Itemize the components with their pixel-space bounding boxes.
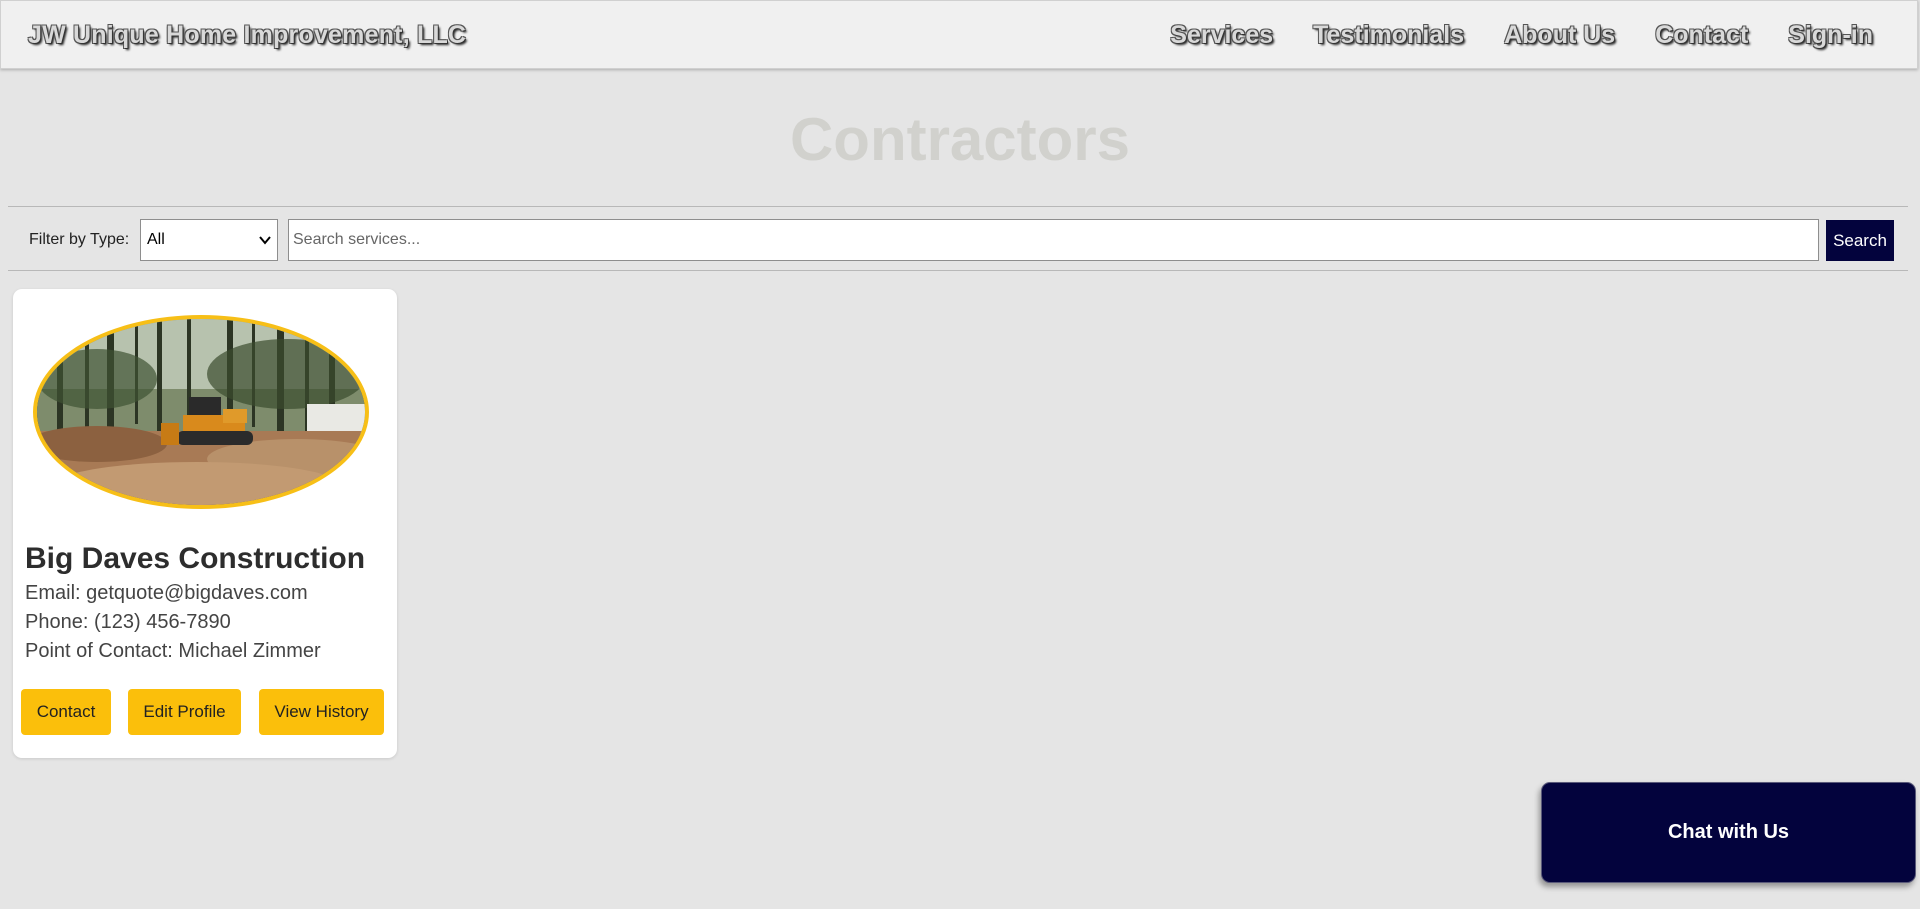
view-history-button[interactable]: View History <box>259 689 384 735</box>
page-title: Contractors <box>789 106 1131 173</box>
nav-link-about-us[interactable]: About Us <box>1504 21 1615 50</box>
filter-bar: Filter by Type: All Search services... S… <box>8 206 1908 271</box>
nav-links: Services Testimonials About Us Contact S… <box>1130 21 1873 50</box>
nav-link-sign-in[interactable]: Sign-in <box>1788 21 1873 50</box>
contact-button[interactable]: Contact <box>21 689 111 735</box>
chat-with-us-button[interactable]: Chat with Us <box>1541 782 1916 883</box>
contractor-photo <box>33 315 369 509</box>
filter-type-label: Filter by Type: <box>29 231 130 248</box>
contractor-phone: Phone: (123) 456-7890 <box>25 611 231 633</box>
nav-link-testimonials[interactable]: Testimonials <box>1313 21 1464 50</box>
contractor-name: Big Daves Construction <box>25 542 366 575</box>
search-button[interactable]: Search <box>1826 220 1894 261</box>
brand-logo-text[interactable]: JW Unique Home Improvement, LLC <box>28 21 466 50</box>
contractor-point-of-contact: Point of Contact: Michael Zimmer <box>25 640 321 662</box>
filter-type-select[interactable]: All <box>140 219 278 261</box>
nav-link-services[interactable]: Services <box>1170 21 1273 50</box>
edit-profile-button[interactable]: Edit Profile <box>128 689 241 735</box>
top-navbar: JW Unique Home Improvement, LLC Services… <box>0 0 1918 69</box>
contractor-card: Big Daves Construction Email: getquote@b… <box>13 289 397 758</box>
chevron-down-icon <box>259 220 271 276</box>
contractor-email: Email: getquote@bigdaves.com <box>25 582 308 604</box>
nav-link-contact[interactable]: Contact <box>1655 21 1748 50</box>
search-input[interactable]: Search services... <box>288 219 1819 261</box>
filter-type-selected-value: All <box>147 231 165 248</box>
